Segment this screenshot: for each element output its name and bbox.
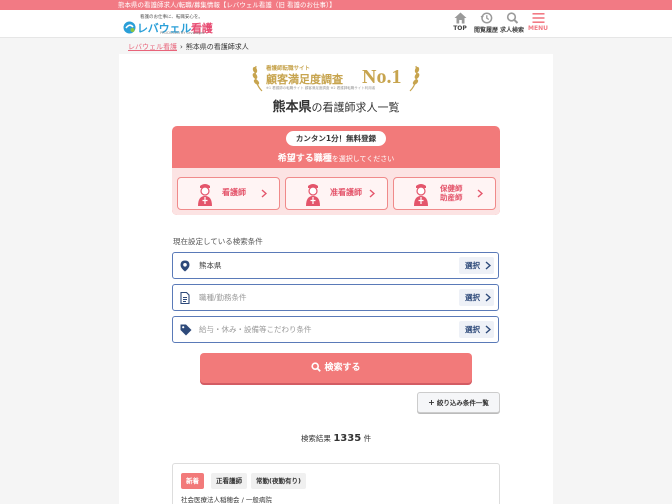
chevron-right-icon: [485, 293, 491, 302]
job-type-midwife-label: 助産師: [440, 193, 463, 202]
plus-icon: +: [428, 398, 435, 407]
chevron-right-icon: [261, 189, 267, 198]
result-suffix: 件: [363, 434, 372, 443]
area-select-button[interactable]: 選択: [459, 257, 494, 274]
job-type-assistant-nurse-label: 准看護師: [330, 188, 362, 197]
chevron-right-icon: [485, 261, 491, 270]
free-registration-pill: カンタン1分！無料登録: [286, 131, 386, 146]
result-prefix: 検索結果: [300, 434, 331, 443]
award-line2: 顧客満足度調査: [266, 73, 343, 86]
award-note: ※1 看護師の転職サイト 顧客満足度調査 ※2 看護師転職サイト利用者: [266, 86, 376, 90]
site-header: 看護のお仕事に、転職安心を。 レバウェル看護 PRODUCED BY Lever…: [0, 10, 672, 38]
nurse-icon: [198, 184, 212, 206]
tag-icon: [180, 324, 192, 336]
nurse-icon: [306, 184, 320, 206]
search-icon: [506, 12, 518, 24]
job-type-nurse-button[interactable]: 看護師: [177, 177, 280, 210]
job-select-button[interactable]: 選択: [459, 289, 494, 306]
job-type-public-health-midwife-label: 保健師 助産師: [440, 184, 463, 202]
site-logo[interactable]: 看護のお仕事に、転職安心を。 レバウェル看護 PRODUCED BY Lever…: [122, 12, 213, 36]
search-button-label: 検索する: [324, 363, 361, 373]
registration-heading: 希望する職種を選択してください: [172, 151, 500, 164]
top-banner: 熊本県の看護師求人/転職/募集情報【レバウェル看護（旧 看護のお仕事）】: [0, 0, 672, 10]
history-icon: [480, 12, 492, 24]
laurel-right-icon: [409, 65, 420, 92]
registration-heading-main: 希望する職種: [277, 154, 332, 164]
nav-top-label: TOP: [453, 25, 467, 32]
logo-sub: PRODUCED BY Leverages: [160, 31, 205, 35]
filter-conditions-button[interactable]: + 絞り込み条件一覧: [417, 392, 500, 413]
search-result-count: 検索結果 1335 件: [0, 433, 672, 444]
select-label: 選択: [465, 261, 480, 270]
home-icon: [454, 12, 466, 24]
page-title-rest: の看護師求人一覧: [311, 101, 400, 114]
select-label: 選択: [465, 325, 480, 334]
document-icon: [180, 292, 190, 304]
breadcrumb-current: 熊本県の看護師求人: [185, 43, 249, 51]
award-badge: 看護師転職サイト 顧客満足度調査 No.1 ※1 看護師の転職サイト 顧客満足度…: [252, 62, 422, 96]
current-conditions-title: 現在設定している検索条件: [173, 237, 263, 246]
job-condition-placeholder: 職種/勤務条件: [199, 293, 247, 302]
location-pin-icon: [180, 260, 190, 272]
hamburger-icon: [532, 13, 544, 23]
area-condition-field[interactable]: 熊本県 選択: [172, 252, 499, 279]
new-badge: 新着: [181, 473, 204, 489]
job-listing-card[interactable]: 新着 正看護師 常勤(夜勤有り) 社会医療法人稲穂会 / 一般病院: [172, 463, 500, 504]
registration-heading-sub: を選択してください: [331, 155, 395, 163]
nav-top[interactable]: TOP: [447, 12, 473, 36]
preference-condition-field[interactable]: 給与・休み・設備等こだわり条件 選択: [172, 316, 499, 343]
employment-type-badge: 常勤(夜勤有り): [251, 473, 306, 489]
laurel-left-icon: [252, 65, 263, 92]
job-type-badge: 正看護師: [211, 473, 247, 489]
preference-condition-placeholder: 給与・休み・設備等こだわり条件: [199, 325, 312, 334]
page-title-prefecture: 熊本県: [272, 100, 312, 115]
chevron-right-icon: [369, 189, 375, 198]
nav-job-search-label: 求人検索: [499, 27, 524, 34]
employer-name: 社会医療法人稲穂会 / 一般病院: [181, 496, 272, 504]
chevron-right-icon: [485, 325, 491, 334]
chevron-right-icon: [477, 189, 483, 198]
breadcrumb-separator-icon: ›: [180, 43, 183, 51]
nurse-icon: [414, 184, 428, 206]
page-heading-text: 熊本県の看護師求人/転職/募集情報【レバウェル看護（旧 看護のお仕事）】: [118, 1, 336, 9]
breadcrumb: レバウェル看護 › 熊本県の看護師求人: [128, 42, 249, 52]
nav-menu-label: MENU: [528, 25, 548, 32]
job-type-public-health-midwife-button[interactable]: 保健師 助産師: [393, 177, 496, 210]
search-button-inner: 検索する: [200, 353, 472, 383]
search-icon: [311, 362, 322, 372]
result-count: 1335: [333, 433, 362, 444]
job-type-assistant-nurse-button[interactable]: 准看護師: [285, 177, 388, 210]
job-type-public-health-label: 保健師: [440, 184, 463, 193]
search-button[interactable]: 検索する: [200, 353, 472, 383]
job-type-nurse-label: 看護師: [222, 188, 246, 197]
nav-menu[interactable]: MENU: [525, 12, 551, 36]
area-condition-value: 熊本県: [199, 261, 222, 270]
nav-history-label: 閲覧履歴: [473, 27, 498, 34]
nav-history[interactable]: 閲覧履歴: [473, 12, 499, 36]
filter-conditions-label: 絞り込み条件一覧: [436, 399, 489, 407]
job-condition-field[interactable]: 職種/勤務条件 選択: [172, 284, 499, 311]
preference-select-button[interactable]: 選択: [459, 321, 494, 338]
logo-mark-icon: [123, 21, 136, 34]
select-label: 選択: [465, 293, 480, 302]
nav-job-search[interactable]: 求人検索: [499, 12, 525, 36]
page-title: 熊本県の看護師求人一覧: [0, 96, 672, 115]
breadcrumb-home-link[interactable]: レバウェル看護: [128, 43, 177, 51]
